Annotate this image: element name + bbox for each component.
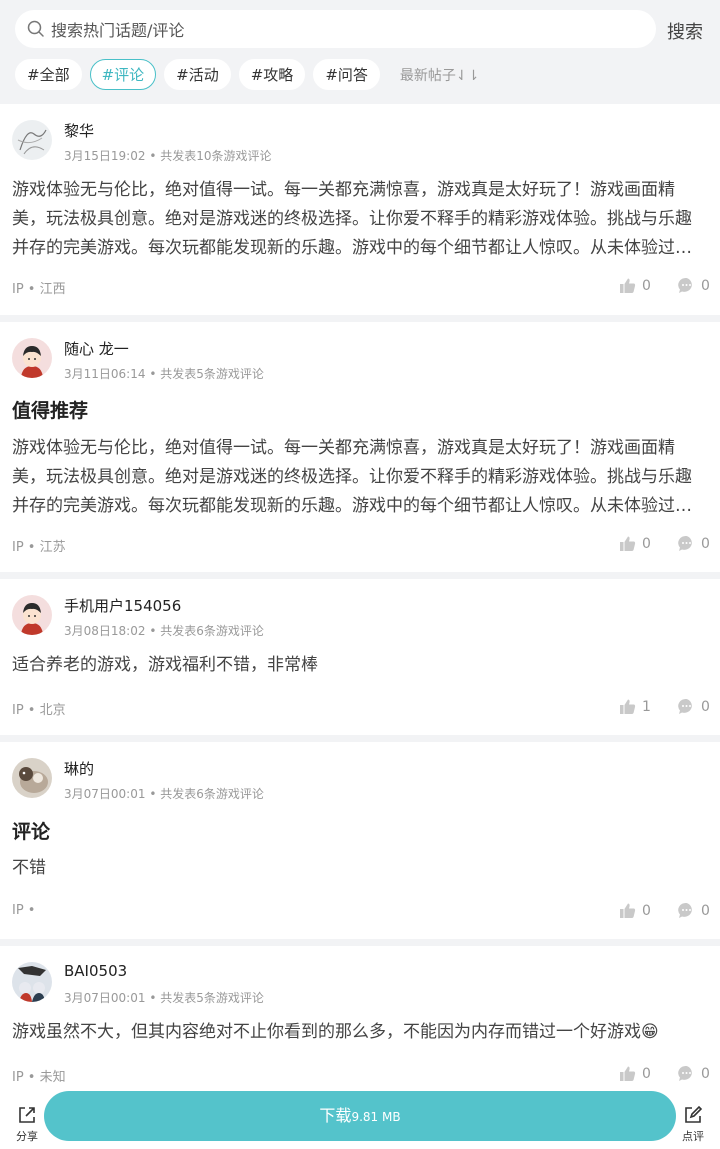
comment-button[interactable]: 0 <box>678 535 710 552</box>
username[interactable]: 黎华 <box>64 120 94 141</box>
comment-icon <box>678 698 692 714</box>
post-meta: 3月07日00:01 • 共发表6条游戏评论 <box>64 787 264 801</box>
comment-count: 0 <box>701 698 710 715</box>
comment-count: 0 <box>701 535 710 552</box>
tab-qa[interactable]: #问答 <box>313 59 380 90</box>
download-label: 下载 <box>319 1106 352 1125</box>
post-body: 适合养老的游戏，游戏福利不错，非常棒 <box>12 655 318 675</box>
like-button[interactable]: 0 <box>619 535 651 552</box>
ip-location: IP • 北京 <box>12 703 66 718</box>
comment-button[interactable]: 0 <box>678 1065 710 1082</box>
like-count: 0 <box>642 277 651 294</box>
post-meta: 3月11日06:14 • 共发表5条游戏评论 <box>64 367 264 381</box>
username[interactable]: 琳的 <box>64 758 94 779</box>
post-body: 游戏虽然不大，但其内容绝对不止你看到的那么多，不能因为内存而错过一个好游戏😁 <box>12 1022 659 1042</box>
username[interactable]: BAI0503 <box>64 962 127 980</box>
like-button[interactable]: 1 <box>619 698 651 715</box>
like-count: 1 <box>642 698 651 715</box>
comment-count: 0 <box>701 902 710 919</box>
edit-icon <box>685 1105 703 1123</box>
thumbs-up-icon <box>620 536 636 551</box>
sort-selector[interactable]: 最新帖子⇃⇂ <box>400 65 479 85</box>
username[interactable]: 手机用户154056 <box>64 595 181 616</box>
bottom-bar: 分享 下载9.81 MB 点评 <box>0 1087 720 1149</box>
like-count: 0 <box>642 1065 651 1082</box>
like-count: 0 <box>642 902 651 919</box>
search-input[interactable]: 搜索热门话题/评论 <box>15 10 656 48</box>
download-button[interactable]: 下载9.81 MB <box>44 1091 676 1141</box>
tab-all[interactable]: #全部 <box>15 59 82 90</box>
avatar[interactable] <box>12 595 52 635</box>
post-card[interactable]: 黎华 3月15日19:02 • 共发表10条游戏评论 游戏体验无与伦比，绝对值得… <box>0 104 720 315</box>
tab-review[interactable]: #评论 <box>89 59 157 90</box>
post-meta: 3月15日19:02 • 共发表10条游戏评论 <box>64 149 272 163</box>
thumbs-up-icon <box>620 699 636 714</box>
search-icon <box>27 20 44 37</box>
comment-icon <box>678 277 692 293</box>
thumbs-up-icon <box>620 278 636 293</box>
post-meta: 3月08日18:02 • 共发表6条游戏评论 <box>64 624 264 638</box>
tab-activity[interactable]: #活动 <box>164 59 231 90</box>
post-card[interactable]: BAI0503 3月07日00:01 • 共发表5条游戏评论 游戏虽然不大，但其… <box>0 946 720 1087</box>
comment-icon <box>678 535 692 551</box>
avatar[interactable] <box>12 962 52 1002</box>
topic-tabs: #全部 #评论 #活动 #攻略 #问答 最新帖子⇃⇂ <box>15 59 479 90</box>
post-card[interactable]: 手机用户154056 3月08日18:02 • 共发表6条游戏评论 适合养老的游… <box>0 579 720 735</box>
comment-count: 0 <box>701 277 710 294</box>
thumbs-up-icon <box>620 903 636 918</box>
thumbs-up-icon <box>620 1066 636 1081</box>
avatar[interactable] <box>12 338 52 378</box>
comment-button[interactable]: 0 <box>678 698 710 715</box>
like-count: 0 <box>642 535 651 552</box>
post-card[interactable]: 随心 龙一 3月11日06:14 • 共发表5条游戏评论 值得推荐 游戏体验无与… <box>0 322 720 572</box>
post-title: 评论 <box>12 821 51 843</box>
comment-button[interactable]: 0 <box>678 277 710 294</box>
comment-count: 0 <box>701 1065 710 1082</box>
comment-icon <box>678 902 692 918</box>
ip-location: IP • <box>12 903 36 918</box>
like-button[interactable]: 0 <box>619 277 651 294</box>
review-button[interactable]: 点评 <box>679 1105 707 1144</box>
comment-icon <box>678 1065 692 1081</box>
like-button[interactable]: 0 <box>619 1065 651 1082</box>
like-button[interactable]: 0 <box>619 902 651 919</box>
ip-location: IP • 未知 <box>12 1070 66 1085</box>
post-meta: 3月07日00:01 • 共发表5条游戏评论 <box>64 991 264 1005</box>
ip-location: IP • 江苏 <box>12 540 66 555</box>
post-title: 值得推荐 <box>12 400 89 422</box>
avatar[interactable] <box>12 758 52 798</box>
username[interactable]: 随心 龙一 <box>64 338 129 359</box>
comment-button[interactable]: 0 <box>678 902 710 919</box>
avatar[interactable] <box>12 120 52 160</box>
share-label: 分享 <box>16 1130 38 1143</box>
review-label: 点评 <box>682 1130 704 1143</box>
post-body: 游戏体验无与伦比，绝对值得一试。每一关都充满惊喜，游戏真是太好玩了！游戏画面精美… <box>12 438 692 516</box>
search-placeholder: 搜索热门话题/评论 <box>51 21 185 40</box>
post-card[interactable]: 琳的 3月07日00:01 • 共发表6条游戏评论 评论 不错 IP • 0 0 <box>0 742 720 939</box>
share-icon <box>19 1107 35 1123</box>
share-button[interactable]: 分享 <box>14 1105 40 1144</box>
top-bar: 搜索热门话题/评论 搜索 #全部 #评论 #活动 #攻略 #问答 最新帖子⇃⇂ <box>0 0 720 103</box>
post-body: 游戏体验无与伦比，绝对值得一试。每一关都充满惊喜，游戏真是太好玩了！游戏画面精美… <box>12 180 692 258</box>
ip-location: IP • 江西 <box>12 282 66 297</box>
search-button[interactable]: 搜索 <box>667 18 703 44</box>
download-size: 9.81 MB <box>351 1110 401 1124</box>
post-body: 不错 <box>12 858 46 878</box>
tab-guide[interactable]: #攻略 <box>238 59 306 90</box>
